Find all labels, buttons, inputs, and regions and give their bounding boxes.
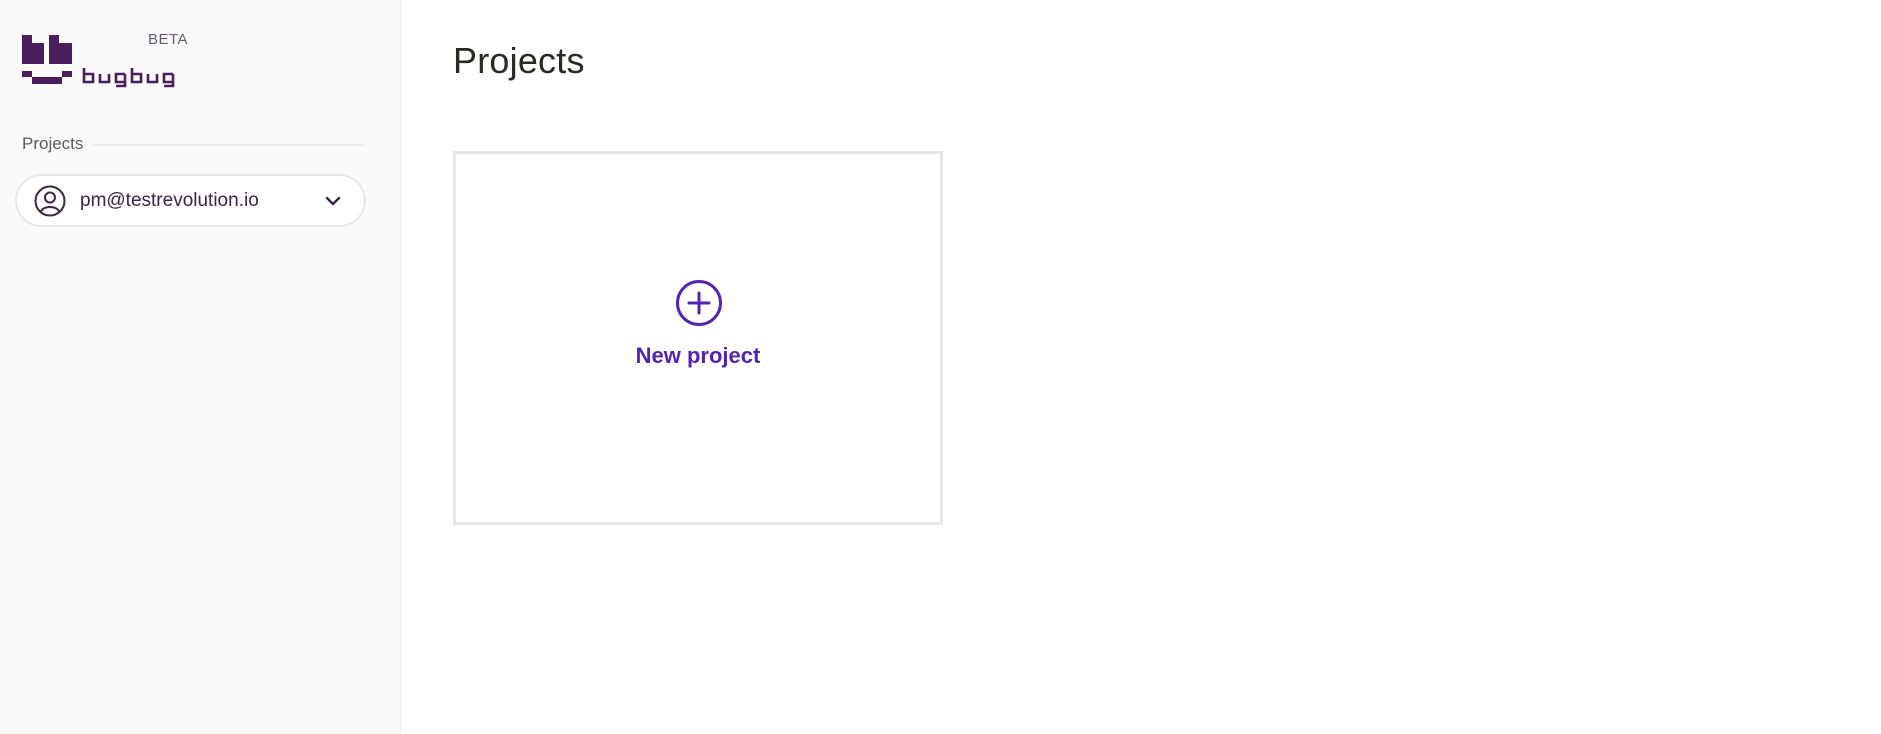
account-email: pm@testrevolution.io bbox=[80, 189, 259, 211]
section-divider bbox=[93, 144, 364, 146]
page-title: Projects bbox=[453, 40, 585, 81]
beta-badge: BETA bbox=[148, 31, 189, 48]
main-content: Projects New project bbox=[401, 0, 1881, 734]
user-circle-icon bbox=[34, 185, 66, 217]
chevron-down-icon bbox=[324, 192, 342, 210]
new-project-card[interactable]: New project bbox=[453, 151, 943, 525]
sidebar: BETA Projects pm@testrevolution.io bbox=[0, 0, 401, 734]
new-project-label: New project bbox=[635, 343, 761, 368]
app-root: BETA Projects pm@testrevolution.io Proje bbox=[0, 0, 1881, 734]
projects-section-label: Projects bbox=[22, 134, 84, 153]
account-dropdown[interactable]: pm@testrevolution.io bbox=[15, 174, 366, 227]
projects-section-header: Projects bbox=[22, 134, 364, 154]
plus-circle-icon bbox=[676, 280, 722, 326]
